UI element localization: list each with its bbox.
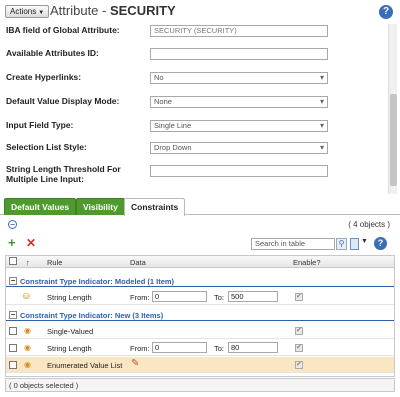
- actions-label: Actions: [10, 7, 37, 16]
- table-header: ↑ Rule Data Enable?: [6, 256, 394, 268]
- create-hyperlinks-label: Create Hyperlinks:: [6, 72, 82, 82]
- page-header: Actions ▼ Attribute - SECURITY ?: [0, 0, 400, 24]
- rule-cell: Single-Valued: [47, 327, 94, 336]
- group-row-modeled[interactable]: − Constraint Type Indicator: Modeled (1 …: [6, 275, 394, 287]
- enable-checkbox: [295, 360, 303, 371]
- pencil-icon[interactable]: ✎: [131, 358, 139, 369]
- row-checkbox[interactable]: [9, 344, 17, 354]
- from-input[interactable]: 0: [152, 291, 207, 302]
- available-attrs-input[interactable]: [150, 48, 328, 60]
- attribute-form: IBA field of Global Attribute: SECURITY …: [0, 24, 400, 194]
- table-row[interactable]: ◉ Enumerated Value List ✎: [6, 357, 394, 373]
- default-display-row: Default Value Display Mode: None: [6, 96, 386, 110]
- title-prefix: Attribute -: [50, 3, 110, 18]
- table-view-icon[interactable]: [350, 238, 359, 250]
- table-row[interactable]: ◉ Single-Valued: [6, 323, 394, 339]
- default-display-select[interactable]: None: [150, 96, 328, 108]
- tab-bar: Default Values Visibility Constraints: [0, 196, 400, 216]
- iba-field-label: IBA field of Global Attribute:: [6, 25, 120, 35]
- constraint-icon: ◉: [24, 343, 31, 352]
- lock-icon: ⛁: [23, 292, 30, 301]
- from-label: From:: [130, 293, 150, 302]
- help-icon[interactable]: ?: [374, 237, 387, 250]
- rule-cell: String Length: [47, 344, 92, 353]
- add-icon[interactable]: +: [8, 236, 16, 250]
- input-field-type-label: Input Field Type:: [6, 120, 74, 130]
- chevron-down-icon: ▼: [38, 10, 45, 16]
- iba-field-row: IBA field of Global Attribute: SECURITY …: [6, 25, 386, 39]
- title-name: SECURITY: [109, 3, 176, 18]
- delete-x-icon[interactable]: ✕: [26, 236, 36, 250]
- enable-checkbox: [295, 292, 303, 303]
- constraint-icon: ◉: [24, 326, 31, 335]
- group-row-new[interactable]: − Constraint Type Indicator: New (3 Item…: [6, 309, 394, 321]
- tab-default-values[interactable]: Default Values: [4, 198, 77, 215]
- available-attrs-label: Available Attributes ID:: [6, 48, 99, 58]
- to-input[interactable]: 500: [228, 291, 278, 302]
- to-input[interactable]: 80: [228, 342, 278, 353]
- from-label: From:: [130, 344, 150, 353]
- rule-cell: Enumerated Value List: [47, 361, 123, 370]
- input-field-type-row: Input Field Type: Single Line: [6, 120, 386, 134]
- selection-list-style-row: Selection List Style: Drop Down: [6, 142, 386, 156]
- actions-menu-button[interactable]: Actions ▼: [5, 5, 50, 18]
- data-column-header[interactable]: Data: [130, 258, 146, 267]
- form-scrollbar[interactable]: [388, 24, 397, 194]
- rule-column-header[interactable]: Rule: [47, 258, 62, 267]
- from-input[interactable]: 0: [152, 342, 207, 353]
- collapse-icon[interactable]: −: [8, 220, 17, 229]
- enable-column-header[interactable]: Enable?: [293, 258, 321, 267]
- enable-checkbox: [295, 343, 303, 354]
- available-attrs-row: Available Attributes ID:: [6, 48, 386, 62]
- page-title: Attribute - SECURITY: [50, 3, 176, 18]
- chevron-down-icon[interactable]: ▼: [361, 238, 368, 245]
- tab-visibility[interactable]: Visibility: [76, 198, 125, 215]
- selection-list-style-label: Selection List Style:: [6, 142, 87, 152]
- constraint-icon: ◉: [24, 360, 31, 369]
- collapse-icon[interactable]: −: [9, 277, 17, 285]
- enable-checkbox: [295, 326, 303, 337]
- create-hyperlinks-row: Create Hyperlinks: No: [6, 72, 386, 86]
- selection-list-style-select[interactable]: Drop Down: [150, 142, 328, 154]
- constraints-table: ↑ Rule Data Enable? − Constraint Type In…: [5, 255, 395, 377]
- table-search-input[interactable]: Search in table: [251, 238, 335, 250]
- input-field-type-select[interactable]: Single Line: [150, 120, 328, 132]
- sort-column-header[interactable]: ↑: [26, 258, 30, 267]
- to-label: To:: [214, 344, 225, 353]
- string-threshold-row: String Length Threshold For Multiple Lin…: [6, 164, 386, 186]
- to-label: To:: [214, 293, 225, 302]
- table-row[interactable]: ⛁ String Length From: 0 To: 500: [6, 289, 394, 305]
- constraints-toolbar: + ✕ Search in table ⚲ ▼ ?: [0, 235, 400, 253]
- object-count: ( 4 objects ): [348, 220, 390, 229]
- string-threshold-input[interactable]: [150, 165, 328, 177]
- tab-constraints[interactable]: Constraints: [124, 198, 186, 216]
- rule-cell: String Length: [47, 293, 92, 302]
- collapse-icon[interactable]: −: [9, 311, 17, 319]
- iba-field-value: SECURITY (SECURITY): [150, 25, 328, 37]
- group-label: Constraint Type Indicator: Modeled (1 It…: [20, 277, 175, 286]
- row-checkbox[interactable]: [9, 327, 17, 337]
- row-checkbox[interactable]: [9, 361, 17, 371]
- help-icon[interactable]: ?: [379, 5, 393, 19]
- form-scrollbar-thumb[interactable]: [390, 94, 397, 186]
- select-all-checkbox[interactable]: [9, 257, 17, 267]
- default-display-label: Default Value Display Mode:: [6, 96, 120, 106]
- create-hyperlinks-select[interactable]: No: [150, 72, 328, 84]
- group-label: Constraint Type Indicator: New (3 Items): [20, 311, 164, 320]
- string-threshold-label: String Length Threshold For Multiple Lin…: [6, 164, 121, 184]
- constraints-header: − ( 4 objects ): [0, 217, 400, 233]
- table-row[interactable]: ◉ String Length From: 0 To: 80: [6, 340, 394, 356]
- selection-status: ( 0 objects selected ): [5, 378, 395, 392]
- search-icon[interactable]: ⚲: [336, 238, 347, 250]
